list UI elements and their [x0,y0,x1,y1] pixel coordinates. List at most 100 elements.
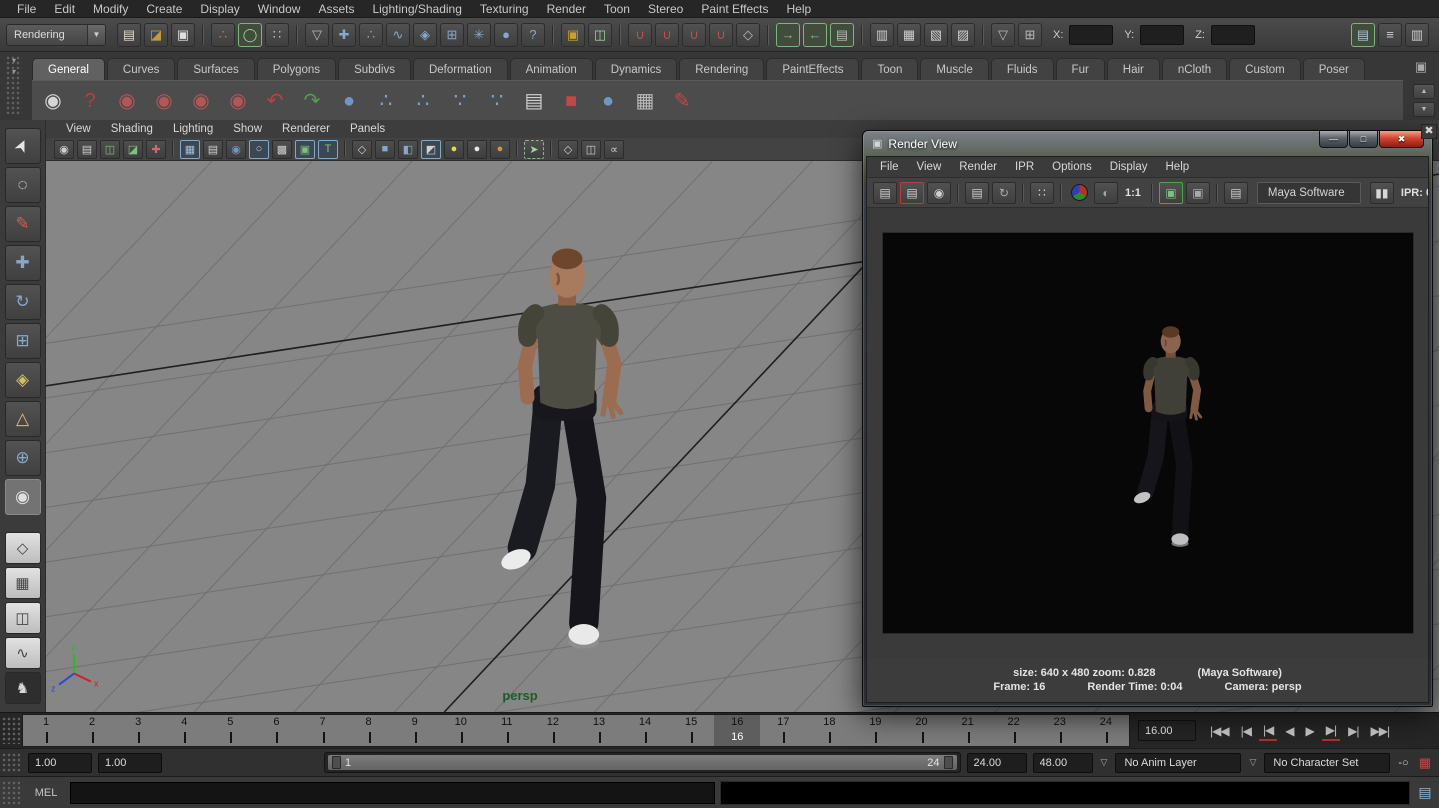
timeline-frame[interactable]: 4 4 [161,715,207,746]
ipr-render-button[interactable]: ▤ [965,182,989,204]
mask-curves-icon[interactable]: ∿ [386,23,410,47]
lasso-tool[interactable]: ◌ [5,167,41,203]
shelf-tab[interactable]: Hair [1107,58,1160,80]
render-view-titlebar[interactable]: ▣ Render View — □ ✖ [866,131,1429,156]
timeline-frame[interactable]: 11 11 [484,715,530,746]
render-view-menu-item[interactable]: File [871,161,908,173]
panel-icon[interactable] [516,141,518,157]
four-pane-layout[interactable]: ▦ [5,567,41,599]
timeline-frame[interactable]: 17 17 [760,715,806,746]
character-set-dropdown-icon[interactable]: ▽ [1247,757,1258,768]
alpha-channel-button[interactable]: ◐ [1094,182,1118,204]
open-render-settings-button[interactable]: ▤ [1224,182,1248,204]
delete-unused-nodes-icon[interactable]: ● [334,86,364,116]
camera-attributes-icon[interactable]: ▤ [77,140,97,159]
step-forward-frame-button[interactable]: ▶| [1344,722,1362,740]
camera-tumble-icon[interactable]: ◉ [112,86,142,116]
range-slider[interactable]: 1 24 [324,752,961,773]
render-view-menu-item[interactable]: Options [1043,161,1101,173]
graph-node-icon[interactable]: ∵ [482,86,512,116]
minimize-button[interactable]: — [1319,131,1348,148]
menu-item[interactable]: Modify [84,0,137,18]
go-to-start-button[interactable]: |◀◀ [1206,722,1233,740]
render-view-menu-item[interactable]: Help [1157,161,1199,173]
group-objects-icon[interactable]: ▦ [630,86,660,116]
timeline-frame[interactable]: 12 12 [530,715,576,746]
timeline-frame[interactable]: 6 6 [253,715,299,746]
timeline-frame[interactable]: 9 9 [392,715,438,746]
menu-set-selector[interactable]: Rendering ▼ [6,24,106,46]
lock-selection-icon[interactable]: ▣ [561,23,585,47]
toolbar-icon[interactable] [982,25,984,45]
refresh-render-button[interactable]: ↻ [992,182,1016,204]
playback-start-field[interactable] [98,753,162,773]
render-view-toolbar-icon[interactable] [1151,184,1153,202]
default-material-icon[interactable]: ◩ [421,140,441,159]
xray-icon[interactable]: ◇ [558,140,578,159]
panel-menu-item[interactable]: Renderer [272,123,340,135]
mask-dynamics-icon[interactable]: ✳ [467,23,491,47]
select-highlight-icon[interactable]: ➤ [524,140,544,159]
menu-item[interactable]: Window [249,0,310,18]
timeline-frame[interactable]: 13 13 [576,715,622,746]
mask-surfaces-icon[interactable]: ◈ [413,23,437,47]
z-coordinate-input[interactable] [1211,25,1255,45]
select-object-icon[interactable]: ◯ [238,23,262,47]
pane-close-icon[interactable]: ✖ [1421,124,1437,139]
camera-zoom-icon[interactable]: ◉ [223,86,253,116]
auto-keyframe-icon[interactable]: ▦ [1417,755,1433,771]
shelf-scroll-up-button[interactable]: ▲ [1413,84,1435,99]
duplicate-object-icon[interactable]: ■ [556,86,586,116]
render-view-menu-item[interactable]: Display [1101,161,1157,173]
render-view-toolbar-icon[interactable] [957,184,959,202]
range-slider-bar-inner[interactable]: 1 24 [328,755,957,770]
x-coordinate-input[interactable] [1069,25,1113,45]
timeline-frame[interactable]: 18 18 [806,715,852,746]
undo-icon[interactable]: ↶ [260,86,290,116]
shelf-menu-arrows[interactable]: ▾ ▾ [6,56,22,114]
panel-menu-item[interactable]: Lighting [163,123,223,135]
instance-object-icon[interactable]: ● [593,86,623,116]
panel-menu-item[interactable]: View [56,123,101,135]
shelf-tab[interactable]: Custom [1229,58,1301,80]
render-view-menu-item[interactable]: View [908,161,951,173]
last-tool-camera[interactable]: ◉ [5,479,41,515]
timeline-frame[interactable]: 2 2 [69,715,115,746]
shelf-tab[interactable]: Deformation [413,58,508,80]
mask-misc-icon[interactable]: ? [521,23,545,47]
default-light-icon[interactable]: ● [467,140,487,159]
timeline-frame[interactable]: 23 23 [1037,715,1083,746]
all-lights-icon[interactable]: ● [490,140,510,159]
menu-item[interactable]: Render [538,0,595,18]
range-end-handle[interactable] [944,756,953,769]
dragon-logo-icon[interactable]: ♞ [5,672,41,704]
snap-to-grids-icon[interactable]: ∪ [628,23,652,47]
step-forward-key-button[interactable]: ▶| [1322,721,1340,741]
menu-item[interactable]: Stereo [639,0,692,18]
renderer-selector[interactable]: Maya Software [1257,182,1361,204]
render-settings-icon[interactable]: ▨ [951,23,975,47]
shelf-tab[interactable]: Subdivs [338,58,411,80]
timeline-frame[interactable]: 20 20 [898,715,944,746]
rendered-image[interactable] [883,233,1413,633]
field-chart-icon[interactable]: ▩ [272,140,292,159]
remove-image-button[interactable]: ▣ [1186,182,1210,204]
timeline-frame[interactable]: 10 10 [438,715,484,746]
trash-icon[interactable]: ▣ [1411,57,1431,77]
wireframe-on-shaded-icon[interactable]: ◫ [581,140,601,159]
single-pane-layout[interactable]: ◇ [5,532,41,564]
selection-mask-dropdown[interactable]: ▽ [305,23,329,47]
toolbar-icon[interactable] [202,25,204,45]
timeline-frame[interactable]: 8 8 [346,715,392,746]
no-lights-icon[interactable]: ● [444,140,464,159]
step-back-frame-button[interactable]: |◀ [1237,722,1255,740]
smooth-shade-icon[interactable]: ■ [375,140,395,159]
render-view-menu-item[interactable]: IPR [1006,161,1043,173]
graph-downstream-icon[interactable]: ∵ [445,86,475,116]
play-backwards-button[interactable]: ◀ [1281,722,1297,740]
output-connections-icon[interactable]: ← [803,23,827,47]
select-tool[interactable]: ➤ [5,128,41,164]
region-render-button[interactable]: ∷ [1030,182,1054,204]
shelf-tab[interactable]: Fur [1056,58,1105,80]
shelf-tab[interactable]: PaintEffects [766,58,859,80]
